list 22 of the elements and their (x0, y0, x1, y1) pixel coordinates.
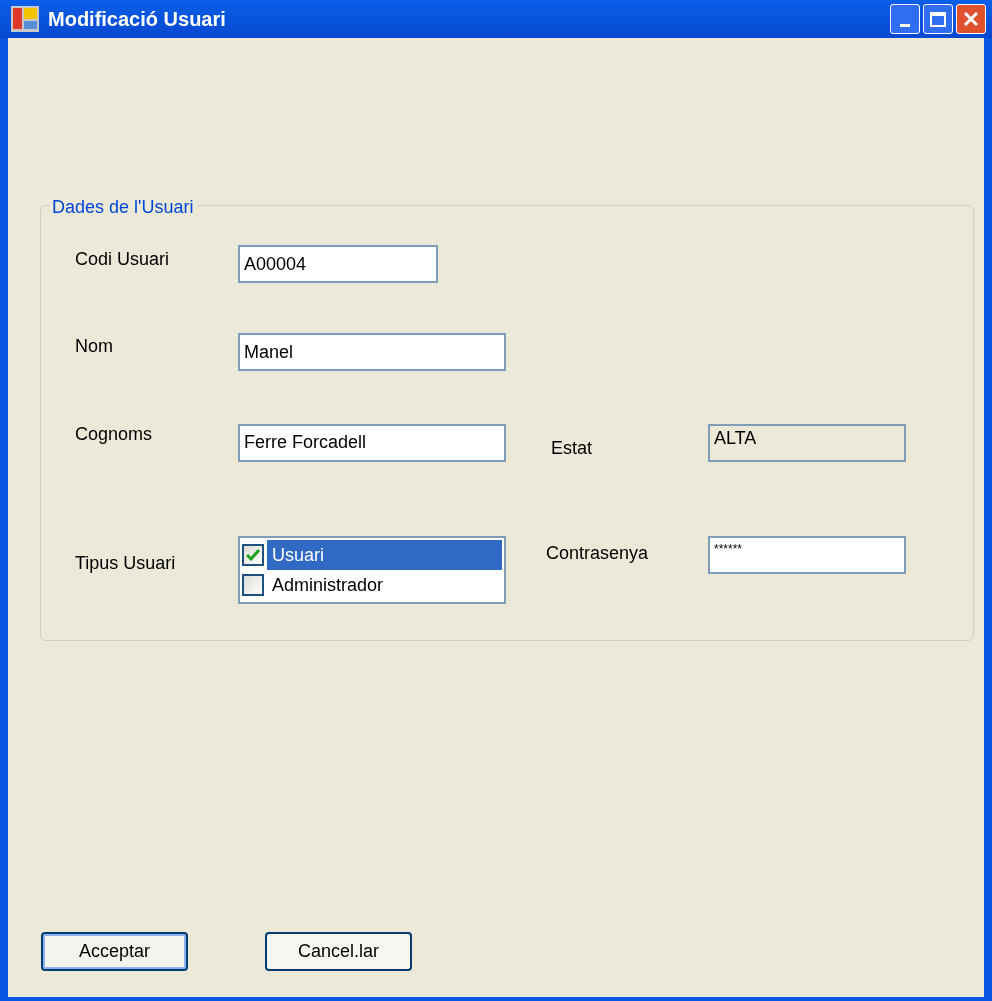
input-field[interactable]: Manel (238, 333, 506, 371)
input-field[interactable]: Ferre Forcadell (238, 423, 506, 462)
window-title: Modificació Usuari (48, 7, 226, 32)
minimize-button[interactable] (890, 4, 920, 34)
checkbox[interactable] (242, 574, 264, 596)
dialog-button[interactable]: Acceptar (41, 932, 188, 971)
field-label: Codi Usuari (75, 247, 171, 271)
list-item[interactable]: Administrador (242, 570, 502, 600)
field-label: Tipus Usuari (75, 552, 177, 575)
close-button[interactable] (956, 4, 986, 34)
input-field[interactable]: ****** (708, 536, 906, 574)
close-icon (962, 10, 980, 28)
maximize-button[interactable] (923, 4, 953, 34)
check-icon (246, 549, 260, 561)
checkbox[interactable] (242, 544, 264, 566)
field-label: Estat (551, 437, 594, 460)
app-icon (10, 5, 40, 33)
field-label: Contrasenya (546, 542, 650, 565)
dialog-button[interactable]: Cancel.lar (265, 932, 412, 971)
field-label: Nom (75, 334, 114, 358)
input-field[interactable]: A00004 (238, 245, 438, 283)
field-label: Cognoms (75, 423, 154, 446)
